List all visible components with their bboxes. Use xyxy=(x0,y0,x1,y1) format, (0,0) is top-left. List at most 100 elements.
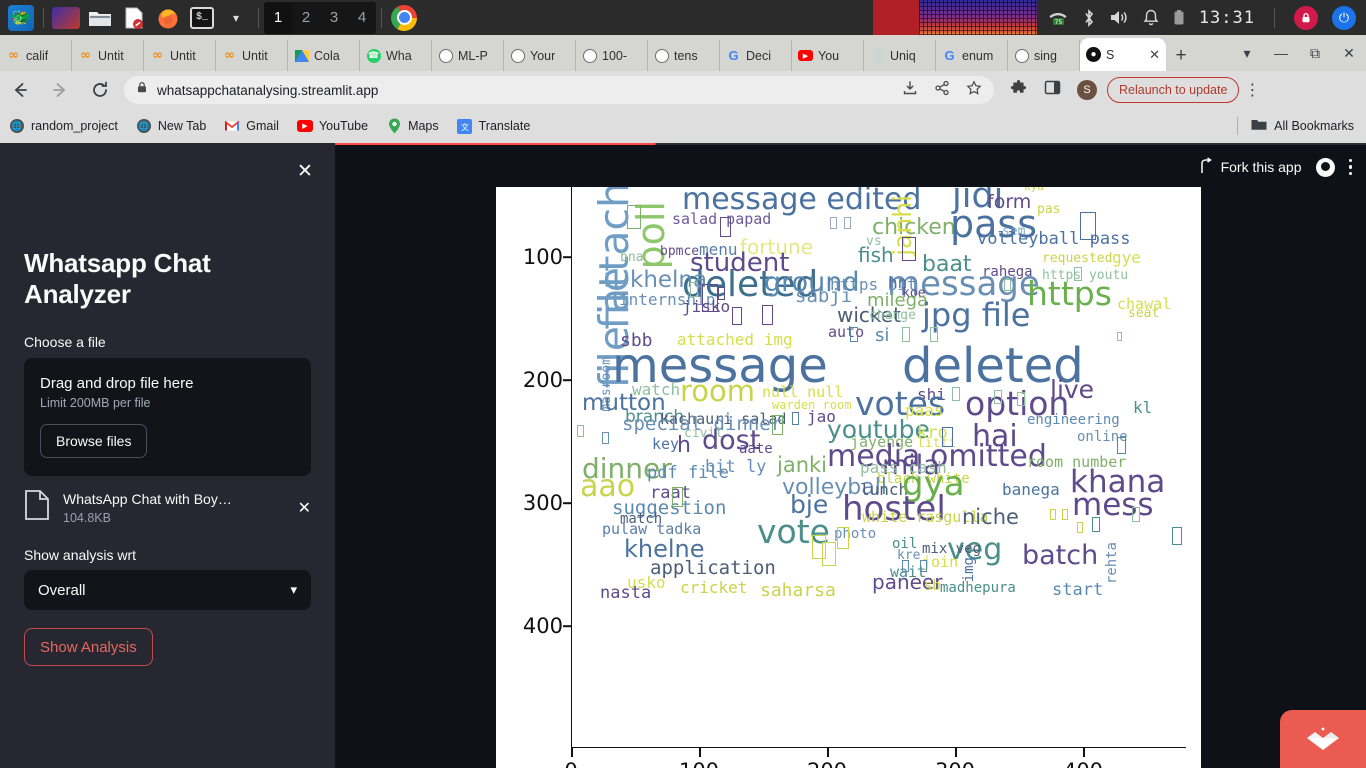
translate-icon: 文 xyxy=(457,118,473,134)
taskbar-launchers: 🐲 $_ ▾ 1 2 3 4 xyxy=(0,2,421,34)
x-axis: 0 100 200 300 400 xyxy=(571,748,1186,768)
workspace-preview-icon[interactable] xyxy=(49,2,83,34)
browser-tab[interactable]: ∞Untit xyxy=(72,40,144,71)
chatgpt-icon xyxy=(870,48,885,63)
workspace-1[interactable]: 1 xyxy=(264,2,292,34)
fork-this-app-button[interactable]: Fork this app xyxy=(1199,157,1302,177)
floating-action-button[interactable] xyxy=(1280,710,1366,768)
wordcloud-missing-glyph xyxy=(1077,522,1083,533)
bookmark-item[interactable]: 🌐New Tab xyxy=(127,113,215,139)
restore-icon[interactable]: ⧉ xyxy=(1298,35,1332,71)
sidebar-close-icon[interactable]: ✕ xyxy=(291,157,319,185)
browser-tab[interactable]: Uniq xyxy=(864,40,936,71)
workspace-3[interactable]: 3 xyxy=(320,2,348,34)
uploaded-file-name: WhatsApp Chat with Boy… xyxy=(63,491,232,507)
analysis-select[interactable]: Overall ▾ xyxy=(24,570,311,610)
browser-tab[interactable]: Cola xyxy=(288,40,360,71)
browser-tab[interactable]: 100- xyxy=(576,40,648,71)
browser-menu-icon[interactable]: ⋮ xyxy=(1239,71,1265,109)
bell-icon[interactable] xyxy=(1143,9,1159,27)
power-icon[interactable]: ⏻ xyxy=(1332,6,1356,30)
browser-tab[interactable]: Genum xyxy=(936,40,1008,71)
bookmark-item[interactable]: ▶YouTube xyxy=(288,113,377,139)
lock-icon[interactable] xyxy=(1294,6,1318,30)
bookmark-item[interactable]: 文Translate xyxy=(448,113,540,139)
browser-tab[interactable]: ∞Untit xyxy=(144,40,216,71)
firefox-icon[interactable] xyxy=(151,2,185,34)
close-icon[interactable]: ✕ xyxy=(1149,47,1160,63)
sidepanel-icon[interactable] xyxy=(1044,79,1061,101)
tab-label: Uniq xyxy=(890,49,916,63)
bookmark-star-icon[interactable] xyxy=(966,80,982,101)
chevron-down-icon[interactable]: ▾ xyxy=(219,2,253,34)
y-tick-label: 300 xyxy=(523,491,563,515)
file-dropzone[interactable]: Drag and drop file here Limit 200MB per … xyxy=(24,358,311,476)
workspace-4[interactable]: 4 xyxy=(348,2,376,34)
bookmark-item[interactable]: Gmail xyxy=(215,113,288,139)
github-icon[interactable] xyxy=(1316,158,1335,177)
chrome-icon[interactable] xyxy=(387,2,421,34)
wordcloud-missing-glyph xyxy=(1132,507,1140,522)
browser-tab[interactable]: tens xyxy=(648,40,720,71)
wifi-icon[interactable]: 75 xyxy=(1047,9,1069,26)
workspace-2[interactable]: 2 xyxy=(292,2,320,34)
browser-tab-active[interactable]: ● S ✕ xyxy=(1080,38,1166,71)
github-icon xyxy=(438,48,453,63)
avatar[interactable]: S xyxy=(1077,80,1097,100)
chevron-down-icon[interactable]: ▾ xyxy=(290,582,297,598)
browser-tab[interactable]: ∞calif xyxy=(0,40,72,71)
reload-icon[interactable] xyxy=(80,71,120,109)
bookmark-label: Maps xyxy=(408,119,439,133)
youtube-icon: ▶ xyxy=(798,48,813,63)
x-tick-label: 0 xyxy=(564,759,577,768)
back-icon[interactable] xyxy=(0,71,40,109)
all-bookmarks-button[interactable]: All Bookmarks xyxy=(1237,117,1366,135)
address-bar[interactable]: whatsappchatanalysing.streamlit.app xyxy=(124,76,994,104)
terminal-icon[interactable]: $_ xyxy=(185,2,219,34)
file-manager-icon[interactable] xyxy=(83,2,117,34)
wordcloud-word: https xyxy=(1027,277,1112,310)
file-uploader-label: Choose a file xyxy=(24,334,311,350)
browser-tab[interactable]: GDeci xyxy=(720,40,792,71)
battery-icon[interactable] xyxy=(1173,9,1185,26)
text-editor-icon[interactable] xyxy=(117,2,151,34)
minimize-icon[interactable]: — xyxy=(1264,35,1298,71)
relaunch-to-update-button[interactable]: Relaunch to update xyxy=(1107,77,1239,103)
kebab-menu-icon[interactable] xyxy=(1349,159,1353,176)
kali-menu-icon[interactable]: 🐲 xyxy=(4,2,38,34)
install-icon[interactable] xyxy=(902,80,918,101)
wordcloud-figure: 100 200 300 400 message editedfile attac… xyxy=(496,187,1201,768)
browser-tab[interactable]: ML-P xyxy=(432,40,504,71)
browser-tab[interactable]: Your xyxy=(504,40,576,71)
show-analysis-button[interactable]: Show Analysis xyxy=(24,628,153,666)
dropzone-title: Drag and drop file here xyxy=(40,375,295,392)
bookmark-item[interactable]: Maps xyxy=(377,113,448,139)
new-tab-button[interactable]: + xyxy=(1166,40,1196,71)
wordcloud-missing-glyph xyxy=(1017,392,1025,406)
chevron-down-icon[interactable]: ▾ xyxy=(1230,35,1264,71)
remove-file-icon[interactable]: ✕ xyxy=(298,498,311,518)
close-icon[interactable]: ✕ xyxy=(1332,35,1366,71)
spectrogram-widget xyxy=(919,0,1037,35)
wordcloud-word: mess xyxy=(1072,490,1154,521)
extensions-icon[interactable] xyxy=(1010,79,1028,102)
volume-icon[interactable] xyxy=(1109,9,1129,26)
wordcloud-word: rahega xyxy=(982,265,1033,279)
browser-tab[interactable]: sing xyxy=(1008,40,1080,71)
bluetooth-icon[interactable] xyxy=(1083,9,1095,27)
wordcloud-word: rehta xyxy=(1105,542,1119,584)
forward-icon[interactable] xyxy=(40,71,80,109)
drive-icon xyxy=(294,48,309,63)
bookmark-item[interactable]: 🌐random_project xyxy=(0,113,127,139)
tab-label: calif xyxy=(26,49,48,63)
browser-tab[interactable]: ☎Wha xyxy=(360,40,432,71)
analysis-select-value: Overall xyxy=(38,582,86,599)
taskbar-clock: 13:31 xyxy=(1199,8,1255,28)
browse-files-button[interactable]: Browse files xyxy=(40,424,147,458)
workspace-switcher[interactable]: 1 2 3 4 xyxy=(264,2,376,34)
share-icon[interactable] xyxy=(934,80,950,101)
bookmark-label: random_project xyxy=(31,119,118,133)
wordcloud-missing-glyph xyxy=(902,327,910,342)
browser-tab[interactable]: ∞Untit xyxy=(216,40,288,71)
browser-tab[interactable]: ▶You xyxy=(792,40,864,71)
